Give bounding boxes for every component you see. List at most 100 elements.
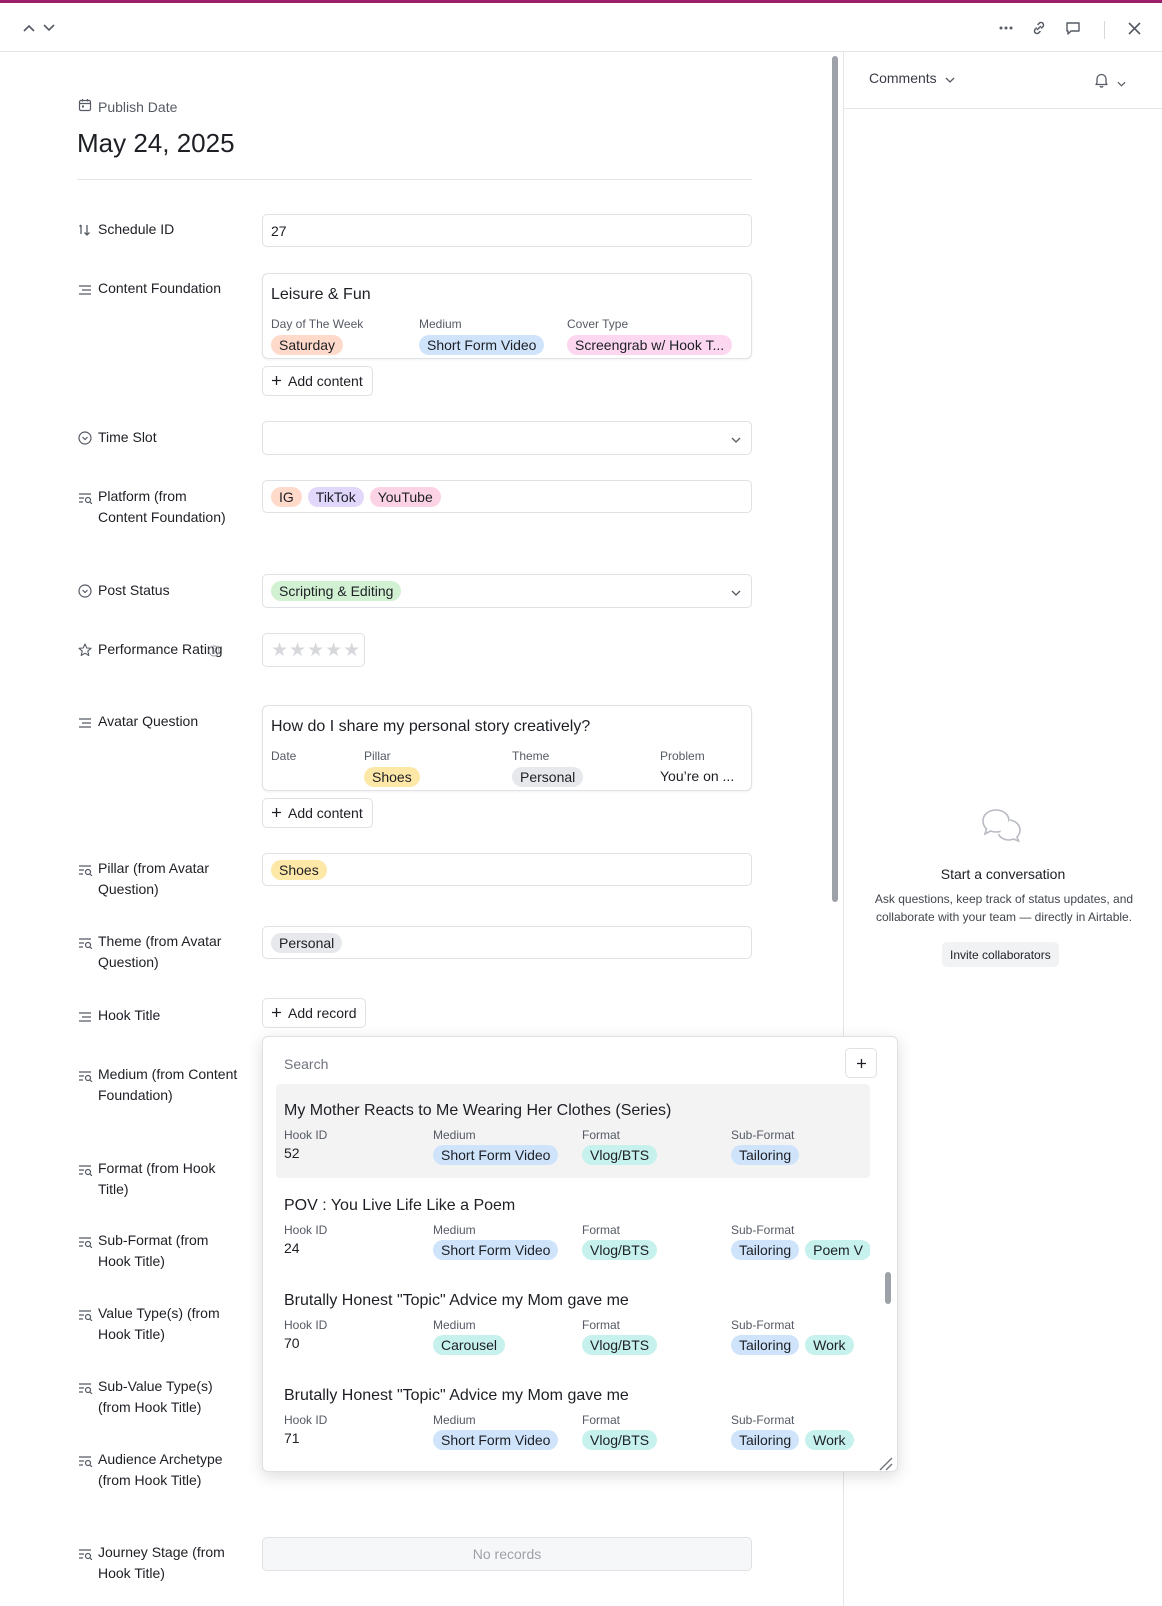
day-of-week-label: Day of The Week [271,317,364,331]
pillar-pill: Shoes [271,859,327,880]
medium-pill: Carousel [433,1335,506,1355]
linked-record-icon [78,711,98,735]
record-picker: Search My Mother Reacts to Me Wearing He… [262,1036,898,1472]
lookup-icon [78,1376,98,1418]
calendar-icon [78,98,92,115]
format-label: Format [582,1318,621,1332]
toolbar-divider [1104,21,1105,39]
medium-label: Medium [433,1413,476,1427]
more-icon[interactable] [995,19,1017,37]
link-icon[interactable] [1029,18,1049,38]
star-icon[interactable]: ★ [343,639,360,662]
number-icon [78,219,98,243]
picker-item-title: Brutally Honest "Topic" Advice my Mom ga… [284,1387,629,1404]
chevron-down-icon[interactable] [40,19,58,37]
journey-stage-label-text: Journey Stage (from Hook Title) [98,1544,225,1581]
picker-item[interactable]: Brutally Honest "Topic" Advice my Mom ga… [276,1274,870,1368]
publish-date-label: Publish Date [78,98,177,115]
platform-pill: TikTok [307,486,364,507]
medium-label: Medium [433,1223,476,1237]
schedule-id-field[interactable]: 27 [262,214,752,247]
pillar-lookup-label-text: Pillar (from Avatar Question) [98,860,209,897]
info-icon[interactable] [208,644,220,662]
theme-pill: Personal [512,767,584,787]
hook-id-value: 24 [284,1240,300,1256]
star-icon[interactable]: ★ [289,639,306,662]
picker-item-title: POV : You Live Life Like a Poem [284,1197,516,1214]
subformat-label: Sub-Format [731,1318,795,1332]
picker-scrollbar[interactable] [885,1272,891,1304]
date-label: Date [271,749,297,763]
record-toolbar [0,3,1162,52]
audience-archetype-label-text: Audience Archetype (from Hook Title) [98,1451,223,1488]
add-content-button[interactable]: Add content [262,366,373,396]
rating-stars[interactable]: ★ ★ ★ ★ ★ [262,633,365,667]
platform-field[interactable]: IG TikTok YouTube [262,480,752,513]
comment-toggle-icon[interactable] [1063,18,1083,38]
lookup-icon [78,486,98,528]
lookup-icon [78,858,98,900]
problem-label: Problem [660,749,705,763]
chevron-down-icon [945,70,955,86]
post-status-select[interactable]: Scripting & Editing [262,574,752,608]
add-record-button[interactable]: Add record [262,998,367,1028]
avatar-question-label: Avatar Question [78,711,238,735]
add-record-label: Add record [288,1005,357,1021]
avatar-question-card[interactable]: How do I share my personal story creativ… [262,705,752,791]
resize-handle-icon[interactable] [877,1455,893,1471]
picker-item[interactable]: POV : You Live Life Like a Poem Hook ID … [276,1179,870,1273]
notification-settings[interactable] [1094,72,1126,93]
subformat-label: Sub-Format [731,1128,795,1142]
publish-date-value[interactable]: May 24, 2025 [77,128,235,159]
pillar-lookup-field[interactable]: Shoes [262,853,752,886]
subformat-pill: Work [805,1335,854,1355]
time-slot-label-text: Time Slot [98,429,157,445]
content-foundation-label-text: Content Foundation [98,280,221,296]
chevron-down-icon [731,430,741,446]
comments-divider [844,108,1162,109]
platform-label-text: Platform (from Content Foundation) [98,488,226,525]
lookup-icon [78,1158,98,1200]
time-slot-select[interactable] [262,421,752,455]
bell-icon [1094,72,1109,93]
conversation-icon [982,808,1022,849]
picker-item[interactable]: My Mother Reacts to Me Wearing Her Cloth… [276,1084,870,1178]
star-icon[interactable]: ★ [307,639,324,662]
main-scrollbar[interactable] [832,56,838,902]
cover-type-label: Cover Type [567,317,629,331]
pillar-label: Pillar [364,749,391,763]
problem-value: You’re on ... [660,768,735,784]
platform-label: Platform (from Content Foundation) [78,486,238,528]
chevron-up-icon[interactable] [20,19,38,37]
chevron-down-icon [1117,74,1126,92]
single-select-icon [78,580,98,604]
divider [77,179,752,180]
time-slot-label: Time Slot [78,427,238,451]
invite-collaborators-button[interactable]: Invite collaborators [942,942,1059,967]
avatar-question-title: How do I share my personal story creativ… [271,718,591,735]
hook-id-label: Hook ID [284,1128,328,1142]
plus-icon [271,805,282,821]
cover-type-pill: Screengrab w/ Hook T... [567,335,733,355]
add-content-button[interactable]: Add content [262,798,373,828]
hook-id-value: 70 [284,1335,300,1351]
star-icon[interactable]: ★ [271,639,288,662]
subformat-pill: Tailoring [731,1145,800,1165]
picker-item[interactable]: Brutally Honest "Topic" Advice my Mom ga… [276,1369,870,1463]
star-icon[interactable]: ★ [325,639,342,662]
content-foundation-card[interactable]: Leisure & Fun Day of The Week Saturday M… [262,273,752,359]
plus-icon [271,373,282,389]
comments-filter[interactable]: Comments [869,70,955,86]
picker-add-button[interactable] [845,1048,877,1078]
journey-stage-label: Journey Stage (from Hook Title) [78,1542,238,1584]
day-of-week-pill: Saturday [271,335,344,355]
format-pill: Vlog/BTS [582,1335,658,1355]
avatar-question-label-text: Avatar Question [98,713,199,729]
theme-label: Theme [512,749,550,763]
lookup-icon [78,1230,98,1272]
schedule-id-label: Schedule ID [78,219,238,243]
close-icon[interactable] [1124,18,1144,38]
theme-lookup-field[interactable]: Personal [262,926,752,959]
subformat-pill: Tailoring [731,1335,800,1355]
picker-search-input[interactable]: Search [284,1056,328,1072]
